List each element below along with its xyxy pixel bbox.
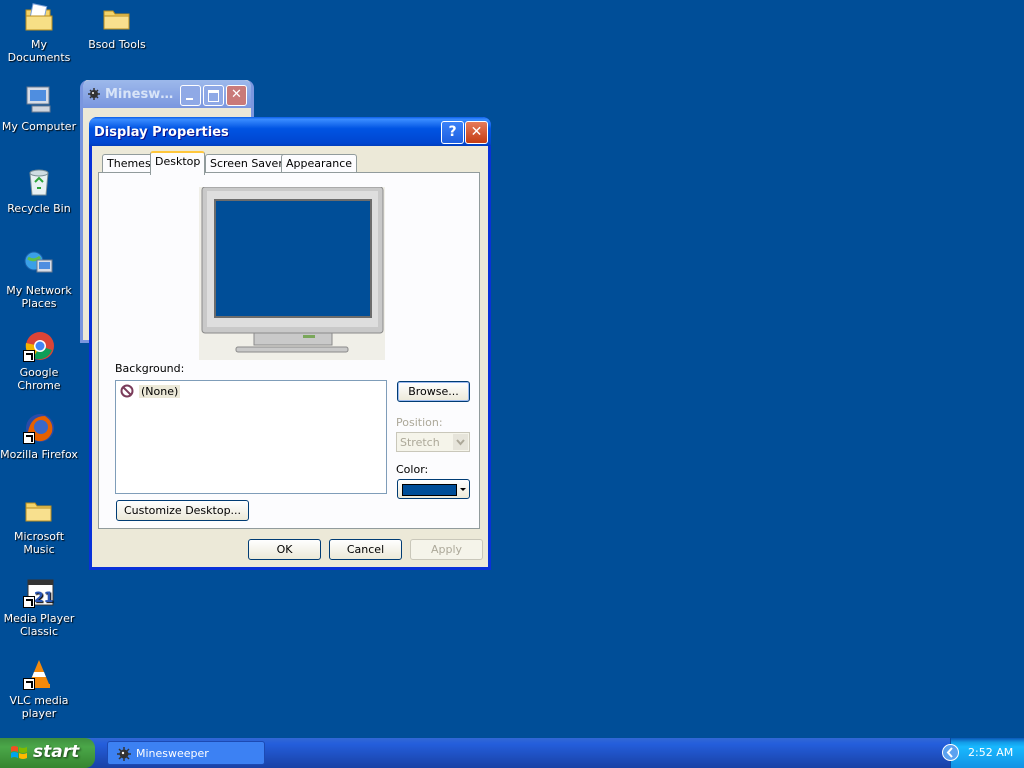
windows-logo-icon — [10, 744, 28, 762]
maximize-icon[interactable] — [203, 85, 224, 106]
vlc-icon — [23, 658, 55, 690]
desktop-icon-media-player-classic[interactable]: 21 Media Player Classic — [0, 576, 78, 638]
none-icon — [120, 384, 134, 398]
taskbar: start Minesweeper 2:52 AM — [0, 738, 1024, 768]
start-button[interactable]: start — [0, 738, 95, 768]
ok-button[interactable]: OK — [248, 539, 321, 560]
minesweeper-icon — [116, 746, 132, 762]
shortcut-arrow-icon — [23, 596, 35, 608]
desktop-tab-panel: Background: (None) Browse... Position: S… — [98, 172, 480, 529]
desktop-icon-google-chrome[interactable]: Google Chrome — [0, 330, 78, 392]
clock[interactable]: 2:52 AM — [968, 746, 1013, 759]
tab-themes[interactable]: Themes — [102, 154, 156, 173]
minesweeper-titlebar[interactable]: Minesweeper ✕ — [83, 80, 251, 108]
desktop-icon-label: My Network Places — [6, 284, 72, 310]
desktop-icon-label: Mozilla Firefox — [0, 448, 78, 461]
minesweeper-title: Minesweeper — [105, 86, 177, 102]
color-picker-button[interactable] — [397, 479, 470, 499]
monitor-preview — [199, 186, 385, 360]
my-documents-icon — [23, 2, 55, 34]
background-listbox[interactable]: (None) — [115, 380, 387, 494]
desktop-icon-label: My Computer — [1, 120, 77, 133]
desktop-icon-label: My Documents — [7, 38, 71, 64]
close-icon[interactable]: ✕ — [226, 85, 247, 106]
position-label: Position: — [396, 416, 443, 429]
desktop-icon-my-computer[interactable]: My Computer — [0, 84, 78, 133]
shortcut-arrow-icon — [23, 350, 35, 362]
desktop-icon-label: Microsoft Music — [13, 530, 65, 556]
desktop-icon-recycle-bin[interactable]: Recycle Bin — [0, 166, 78, 215]
browse-button[interactable]: Browse... — [397, 381, 470, 402]
desktop-icon-my-documents[interactable]: My Documents — [0, 2, 78, 64]
desktop-icon-bsod-tools[interactable]: Bsod Tools — [78, 2, 156, 51]
start-label: start — [33, 742, 80, 762]
firefox-icon — [23, 412, 55, 444]
desktop-icon-label: Bsod Tools — [88, 38, 146, 51]
network-places-icon — [23, 248, 55, 280]
shortcut-arrow-icon — [23, 678, 35, 690]
background-label: Background: — [115, 362, 185, 375]
show-hidden-icons-icon[interactable] — [942, 744, 959, 761]
tab-screen-saver[interactable]: Screen Saver — [205, 154, 288, 173]
position-select[interactable]: Stretch — [396, 432, 470, 452]
desktop-icon-label: Google Chrome — [17, 366, 61, 392]
chevron-down-icon — [459, 483, 467, 498]
recycle-bin-icon — [23, 166, 55, 198]
background-none-item: (None) — [139, 384, 181, 398]
tab-appearance[interactable]: Appearance — [281, 154, 358, 173]
desktop-icon-mozilla-firefox[interactable]: Mozilla Firefox — [0, 412, 78, 461]
monitor-icon — [199, 186, 385, 360]
my-computer-icon — [23, 84, 55, 116]
chevron-down-icon — [453, 434, 468, 450]
chrome-icon — [23, 330, 55, 362]
system-tray: 2:52 AM — [942, 738, 1024, 768]
desktop-icon-my-network-places[interactable]: My Network Places — [0, 248, 78, 310]
minesweeper-app-icon — [87, 87, 101, 101]
folder-icon — [101, 2, 133, 34]
tab-desktop[interactable]: Desktop — [150, 151, 206, 175]
dialog-title: Display Properties — [94, 125, 229, 140]
desktop-icon-vlc-media-player[interactable]: VLC media player — [0, 658, 78, 720]
dialog-titlebar[interactable]: Display Properties ? ✕ — [89, 117, 491, 146]
customize-desktop-button[interactable]: Customize Desktop... — [116, 500, 249, 521]
media-player-icon: 21 — [23, 576, 55, 608]
desktop-icon-label: Recycle Bin — [7, 202, 71, 215]
minimize-icon[interactable] — [180, 85, 201, 106]
desktop-icon-label: Media Player Classic — [3, 612, 75, 638]
color-swatch — [402, 484, 457, 496]
folder-icon — [23, 494, 55, 526]
desktop-icon-label: VLC media player — [9, 694, 69, 720]
task-label: Minesweeper — [136, 747, 209, 760]
cancel-button[interactable]: Cancel — [329, 539, 402, 560]
svg-text:21: 21 — [34, 590, 53, 606]
close-button[interactable]: ✕ — [465, 121, 488, 144]
taskbar-task-minesweeper[interactable]: Minesweeper — [107, 741, 265, 765]
list-item[interactable]: (None) — [120, 383, 181, 399]
apply-button[interactable]: Apply — [410, 539, 483, 560]
help-button[interactable]: ? — [441, 121, 464, 144]
desktop-icon-microsoft-music[interactable]: Microsoft Music — [0, 494, 78, 556]
display-properties-dialog[interactable]: Display Properties ? ✕ Themes Desktop Sc… — [89, 117, 491, 570]
position-value: Stretch — [400, 436, 440, 449]
shortcut-arrow-icon — [23, 432, 35, 444]
color-label: Color: — [396, 463, 429, 476]
